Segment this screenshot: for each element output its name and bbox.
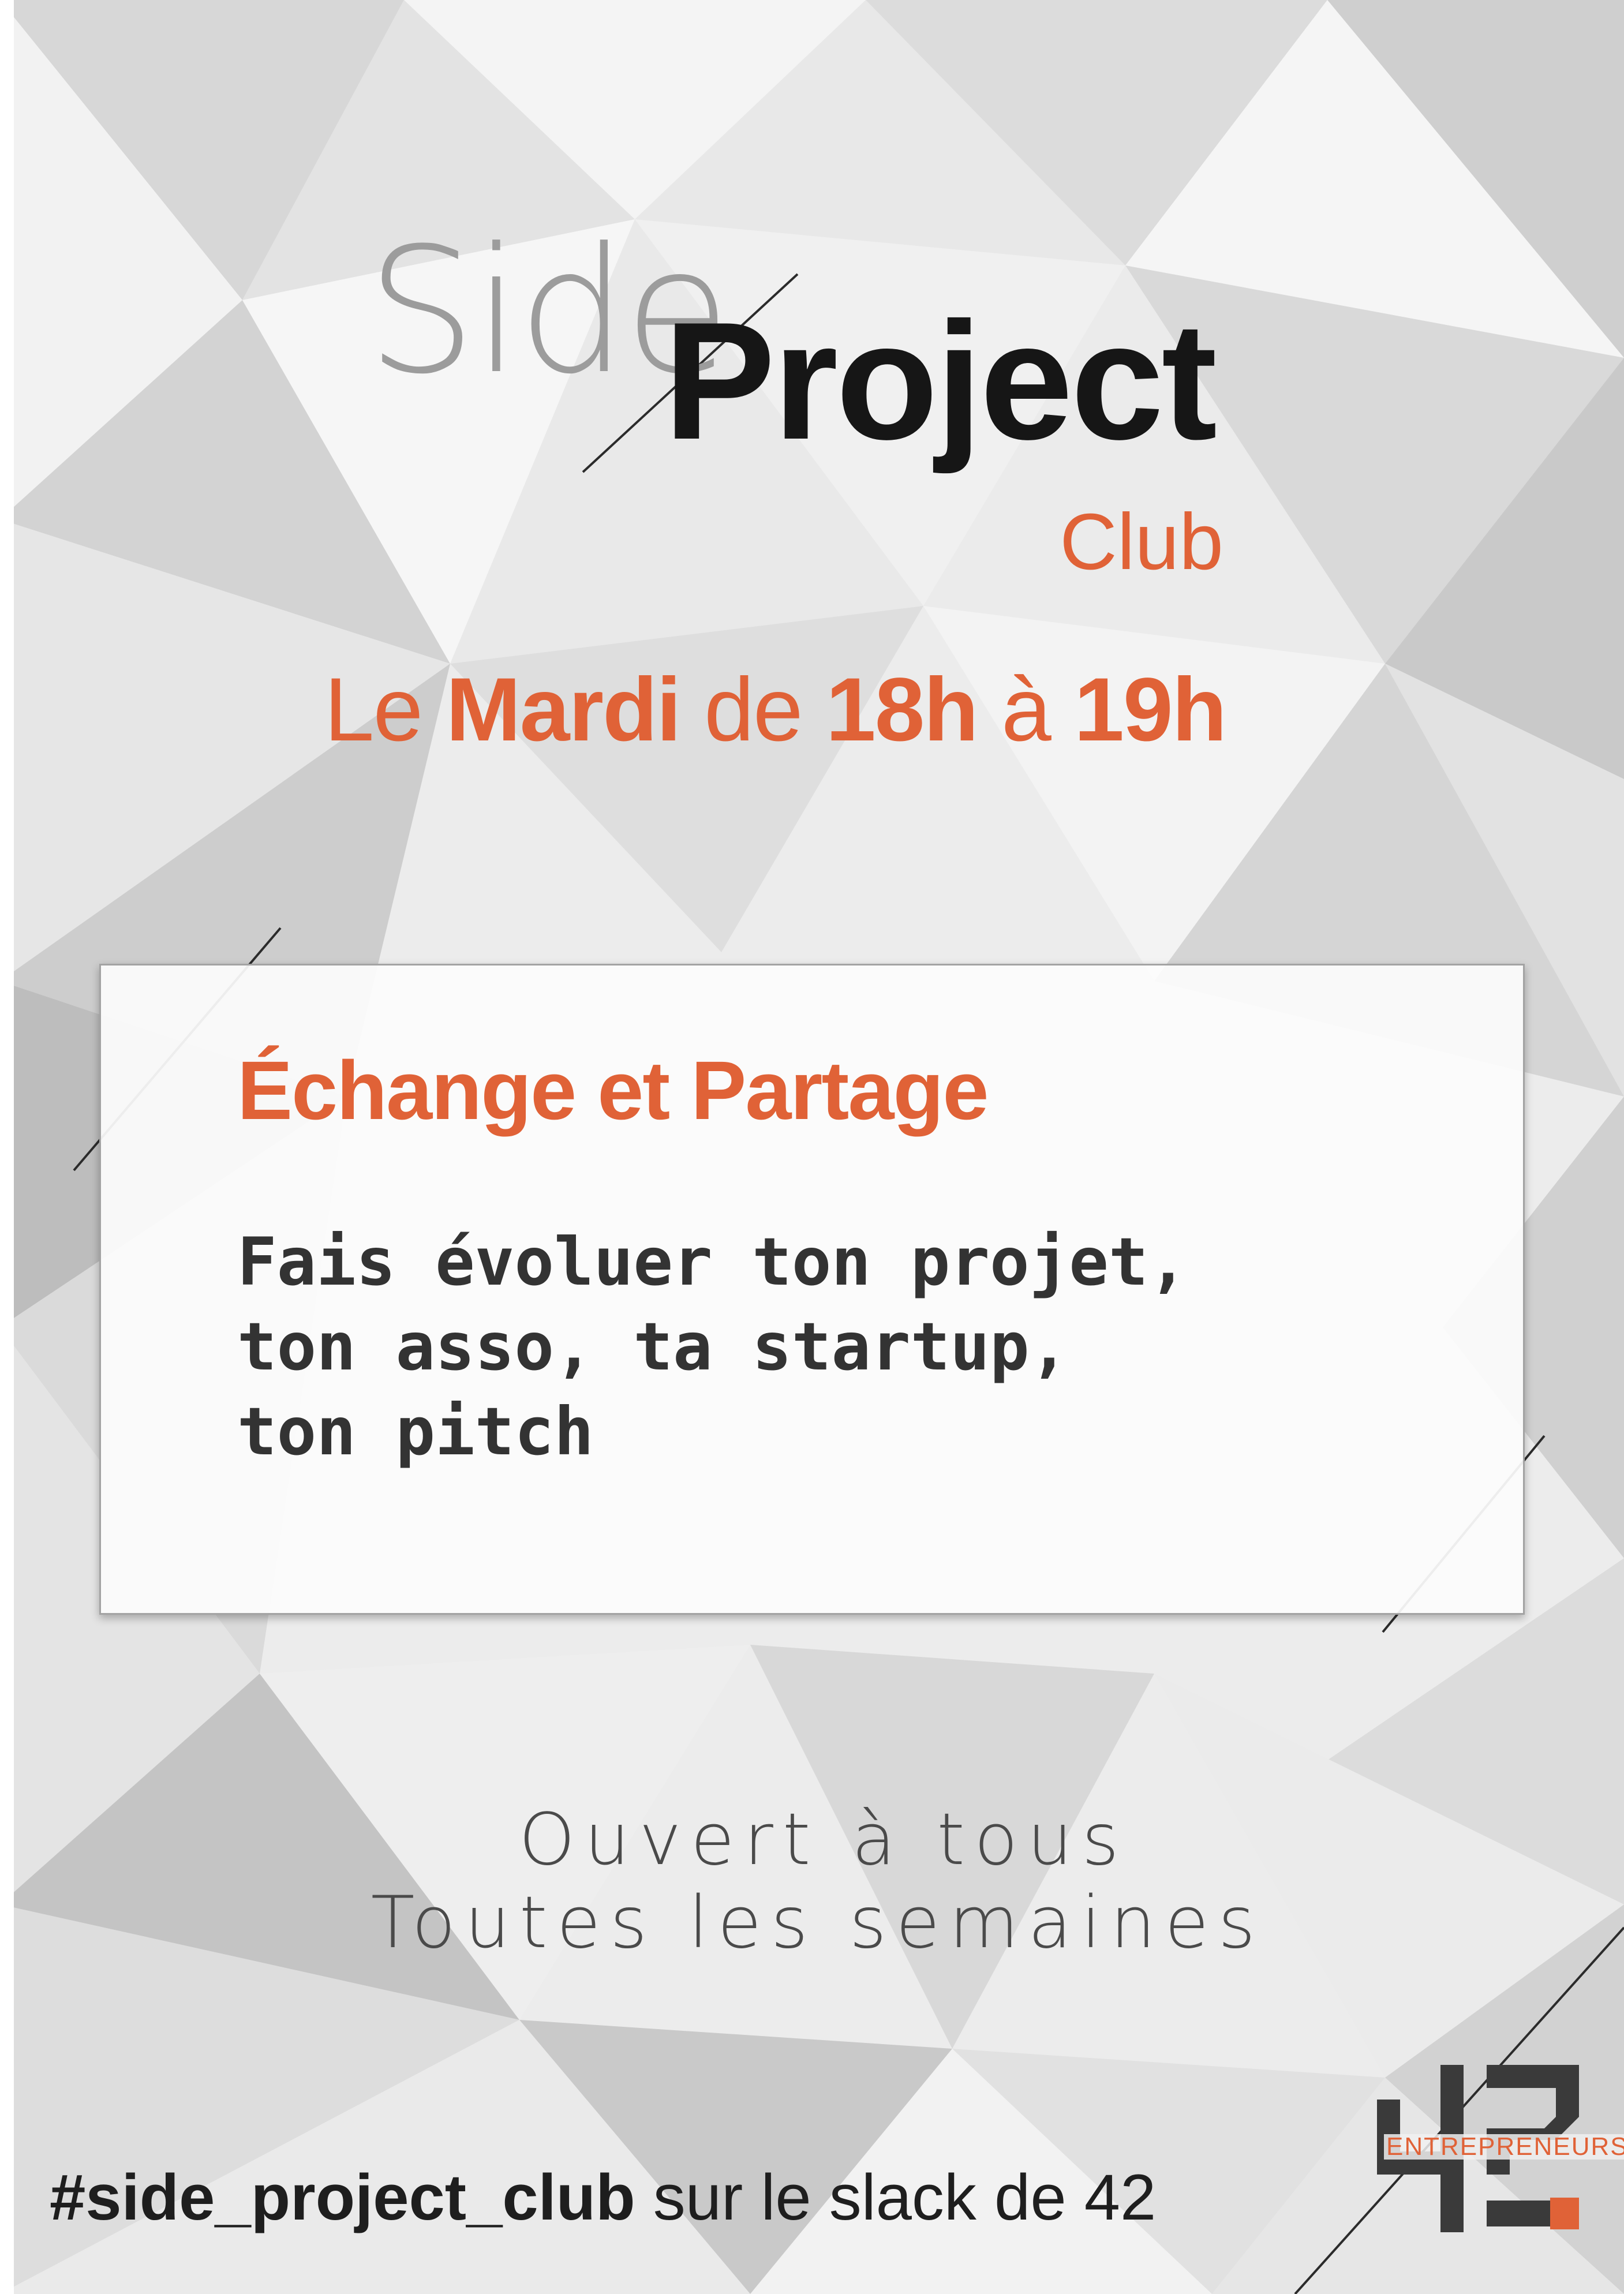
tagline-line-2: Toutes les semaines (371, 1881, 1265, 1964)
card-title: Échange et Partage (237, 1044, 989, 1137)
schedule-day: Mardi (446, 660, 682, 760)
card-body-line-2: ton asso, ta startup, (237, 1308, 1069, 1385)
footer-slack-channel: #side_project_club sur le slack de 42 (50, 2165, 1156, 2230)
tagline-line-1: Ouvert à tous (519, 1798, 1128, 1881)
slack-channel-rest: sur le slack de 42 (635, 2161, 1157, 2233)
schedule-le: Le (324, 660, 446, 760)
schedule-start: 18h (825, 660, 979, 760)
schedule: Le Mardi de 18h à 19h (324, 660, 1227, 760)
schedule-a: à (977, 660, 1075, 760)
slack-channel-name: #side_project_club (50, 2161, 635, 2233)
card-body: Fais évoluer ton projet, ton asso, ta sta… (237, 1219, 1188, 1474)
logo-text: ENTREPRENEURS (1384, 2134, 1624, 2160)
title-project: Project (664, 287, 1217, 474)
title-club: Club (1060, 497, 1223, 586)
schedule-end: 19h (1074, 660, 1227, 760)
card-body-line-3: ton pitch (237, 1393, 594, 1470)
info-card: Échange et Partage Fais évoluer ton proj… (99, 964, 1525, 1615)
card-body-line-1: Fais évoluer ton projet, (237, 1223, 1188, 1300)
poster: Side Project Club Le Mardi de 18h à 19h … (0, 0, 1624, 2294)
schedule-de: de (680, 660, 826, 760)
